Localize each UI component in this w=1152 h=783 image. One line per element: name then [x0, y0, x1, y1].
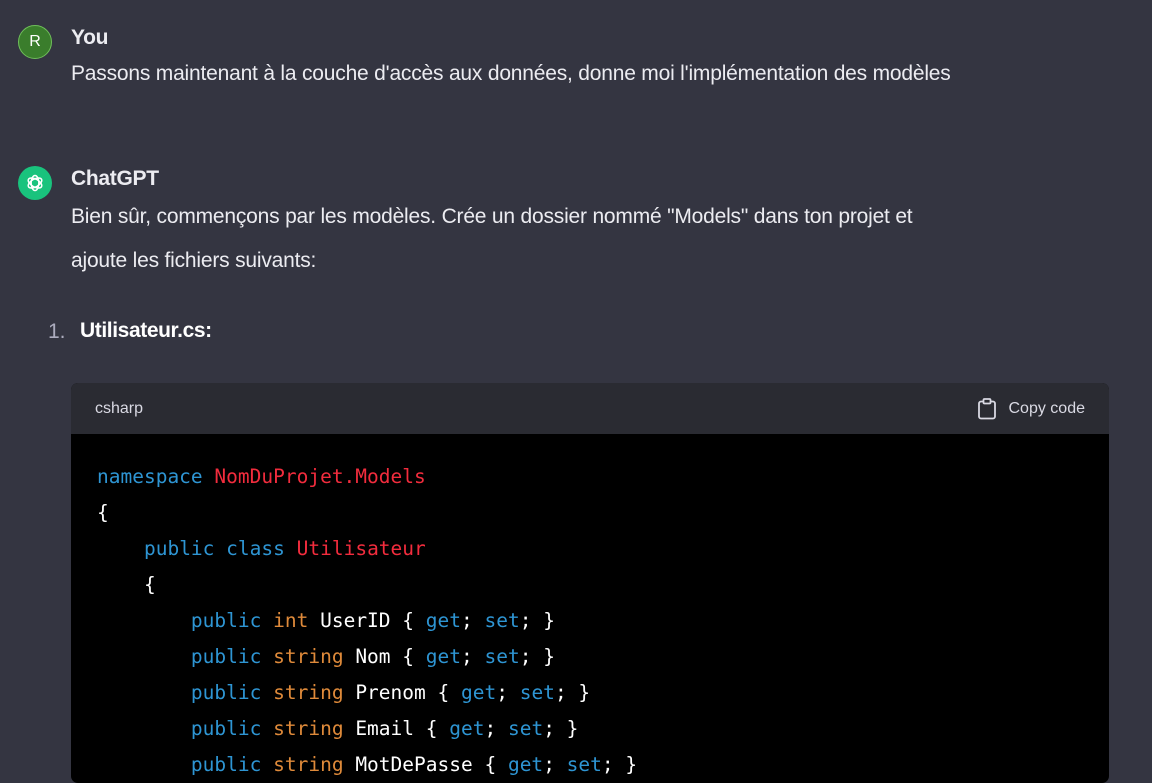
assistant-avatar [18, 166, 52, 200]
user-message-text: Passons maintenant à la couche d'accès a… [71, 62, 951, 85]
code-token: public [190, 645, 262, 668]
code-token: MotDePasse { [343, 753, 508, 776]
code-token: ; } [554, 681, 591, 704]
code-token: { [97, 501, 109, 524]
list-item-title: Utilisateur.cs: [80, 319, 212, 342]
code-token: Prenom { [343, 681, 461, 704]
code-token: public [190, 717, 262, 740]
assistant-text-line-1: Bien sûr, commençons par les modèles. Cr… [71, 205, 913, 228]
code-token: ; [496, 681, 520, 704]
code-token: string [273, 681, 344, 704]
code-token: Utilisateur [296, 537, 426, 560]
code-line: public class Utilisateur [97, 531, 637, 567]
code-token: public [190, 609, 262, 632]
code-token: ; } [519, 609, 555, 632]
code-token: set [484, 645, 520, 668]
user-author-name: You [71, 26, 109, 49]
code-token: int [273, 609, 309, 632]
list-item-number: 1. [48, 320, 66, 343]
code-language-label: csharp [95, 400, 144, 417]
code-token: { [97, 573, 156, 596]
code-token: Nom { [343, 645, 426, 668]
code-token: ; } [543, 717, 579, 740]
code-token: class [226, 537, 285, 560]
code-content: namespace NomDuProjet.Models { public cla… [97, 459, 637, 783]
code-line: public int UserID { get; set; } [97, 603, 637, 639]
code-token: ; [484, 717, 508, 740]
code-token: Email { [343, 717, 450, 740]
code-token: ; } [601, 753, 638, 776]
code-block-header: csharp Copy code [71, 383, 1109, 434]
user-avatar-letter: R [29, 33, 41, 50]
code-token: public [143, 537, 215, 560]
code-token: get [460, 681, 497, 704]
code-token: ; [461, 645, 485, 668]
code-token: string [273, 645, 344, 668]
code-token: ; [461, 609, 485, 632]
code-token: get [507, 753, 544, 776]
code-line: public string Prenom { get; set; } [97, 675, 637, 711]
code-line: { [97, 495, 637, 531]
code-token: set [507, 717, 544, 740]
code-token: ; [543, 753, 567, 776]
code-token: string [273, 717, 344, 740]
code-token: get [425, 645, 461, 668]
openai-logo-icon [27, 174, 43, 192]
code-token: set [484, 609, 520, 632]
code-token: string [273, 753, 344, 776]
clipboard-icon [977, 398, 996, 420]
code-token: set [519, 681, 555, 704]
code-token: get [449, 717, 485, 740]
copy-code-label: Copy code [1008, 400, 1086, 417]
code-token: public [190, 681, 262, 704]
code-line: { [97, 567, 637, 603]
code-line: public string MotDePasse { get; set; } [97, 747, 637, 783]
code-token: namespace [97, 465, 203, 488]
code-line: namespace NomDuProjet.Models [97, 459, 637, 495]
code-token: public [190, 753, 262, 776]
user-avatar: R [18, 25, 52, 59]
assistant-author-name: ChatGPT [71, 167, 159, 190]
code-line: public string Nom { get; set; } [97, 639, 637, 675]
code-line: public string Email { get; set; } [97, 711, 637, 747]
copy-code-button[interactable]: Copy code [977, 398, 1086, 420]
code-token: UserID { [308, 609, 426, 632]
code-token: set [566, 753, 602, 776]
code-token: get [425, 609, 461, 632]
code-token: NomDuProjet.Models [214, 465, 426, 488]
code-block: csharp Copy code namespace NomDuProjet.M… [71, 383, 1109, 783]
code-token: ; } [519, 645, 555, 668]
assistant-text-line-2: ajoute les fichiers suivants: [71, 249, 317, 272]
